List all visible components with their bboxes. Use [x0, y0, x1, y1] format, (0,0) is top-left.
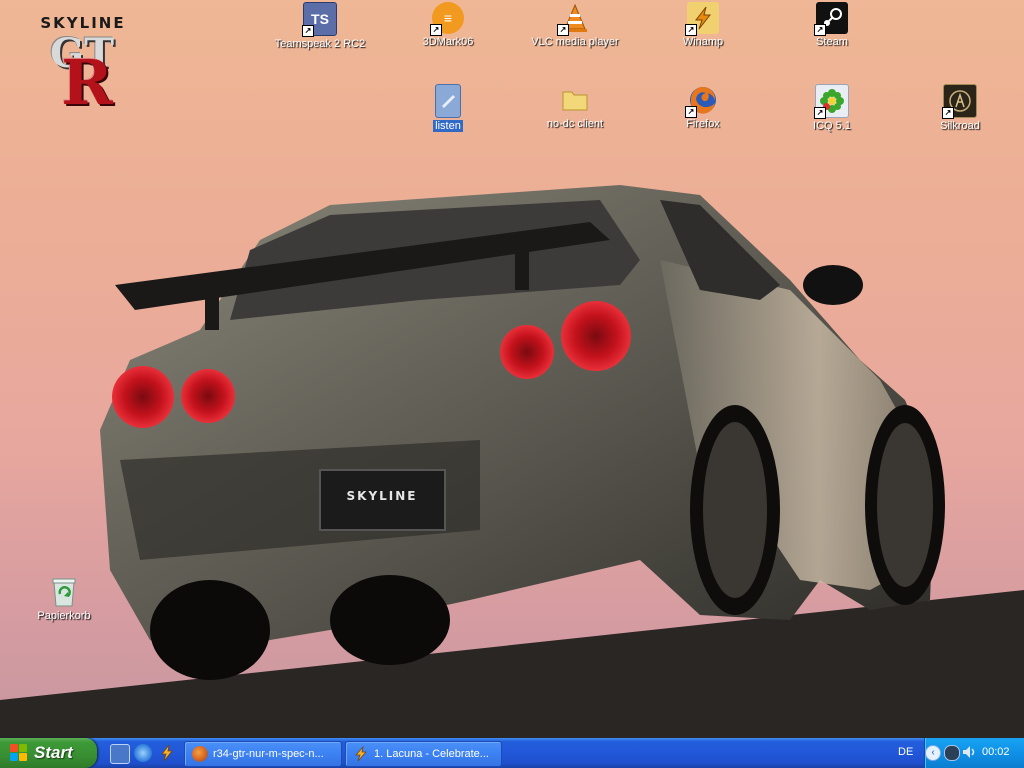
shortcut-arrow-icon: ↗ [942, 107, 954, 119]
collapse-arrow-icon[interactable]: ‹ [925, 745, 941, 761]
volume-icon[interactable] [962, 745, 978, 759]
windows-logo-icon [10, 744, 28, 762]
desktop-icon-no-dc-client[interactable]: no-dc client [527, 84, 623, 130]
shortcut-arrow-icon: ↗ [814, 24, 826, 36]
desktop-icon-recycle-bin[interactable]: Papierkorb [16, 576, 112, 622]
shortcut-arrow-icon: ↗ [814, 107, 826, 119]
recycle-bin-icon [48, 576, 80, 608]
firefox-icon: ↗ [685, 84, 719, 118]
desktop-icon-label: Silkroad [940, 120, 980, 132]
show-desktop-icon[interactable] [110, 744, 130, 764]
desktop-icon-label: ICQ 5.1 [813, 120, 851, 132]
shortcut-arrow-icon: ↗ [430, 24, 442, 36]
desktop-icon-label: VLC media player [531, 36, 619, 48]
vlc-icon: ↗ [557, 2, 591, 36]
task-label: r34-gtr-nur-m-spec-n... [213, 748, 324, 760]
desktop-icon-teamspeak[interactable]: TS ↗ Teamspeak 2 RC2 [272, 2, 368, 50]
shortcut-arrow-icon: ↗ [302, 25, 314, 37]
desktop-icon-label: no-dc client [546, 118, 604, 130]
desktop-icon-winamp[interactable]: ↗ Winamp [655, 2, 751, 48]
teamspeak-icon: TS ↗ [302, 2, 337, 37]
desktop-icon-silkroad[interactable]: ↗ Silkroad [912, 84, 1008, 132]
desktop-icon-vlc[interactable]: ↗ VLC media player [527, 2, 623, 48]
desktop-icon-3dmark[interactable]: ≡ ↗ 3DMark06 [400, 2, 496, 48]
silkroad-icon: ↗ [942, 84, 977, 119]
skyline-gtr-logo: SKYLINE GT R [14, 14, 152, 119]
steam-icon: ↗ [814, 2, 848, 36]
shortcut-arrow-icon: ↗ [557, 24, 569, 36]
language-indicator[interactable]: DE [898, 746, 913, 758]
clock: 00:02 [982, 746, 1010, 758]
desktop-icon-icq[interactable]: ↗ ICQ 5.1 [784, 84, 880, 132]
network-icon[interactable] [944, 745, 960, 761]
desktop-icon-label: Steam [816, 36, 848, 48]
internet-explorer-icon[interactable] [134, 744, 152, 762]
desktop-icon-label: listen [433, 120, 463, 132]
svg-text:SKYLINE: SKYLINE [347, 489, 418, 503]
desktop-icon-label: 3DMark06 [422, 36, 474, 48]
desktop-icon-label: Winamp [682, 36, 724, 48]
desktop-icon-label: Teamspeak 2 RC2 [274, 38, 366, 50]
winamp-quicklaunch-icon[interactable] [158, 744, 176, 762]
logo-r: R [61, 46, 113, 119]
winamp-icon: ↗ [685, 2, 719, 36]
start-button[interactable]: Start [0, 738, 97, 768]
desktop-icon-listen[interactable]: listen [400, 84, 496, 132]
winamp-icon [353, 745, 369, 762]
task-label: 1. Lacuna - Celebrate... [374, 748, 489, 760]
taskbar: Start r34-gtr-nur-m-spec-n... 1. Lacuna … [0, 738, 1024, 768]
3dmark-icon: ≡ ↗ [430, 2, 464, 36]
desktop-icon-firefox[interactable]: ↗ Firefox [655, 84, 751, 130]
taskbar-button-winamp[interactable]: 1. Lacuna - Celebrate... [345, 741, 502, 767]
desktop-icon-label: Firefox [686, 118, 720, 130]
start-label: Start [34, 743, 73, 762]
icq-icon: ↗ [814, 84, 849, 119]
desktop-icon-steam[interactable]: ↗ Steam [784, 2, 880, 48]
document-icon [435, 84, 461, 118]
firefox-icon [192, 746, 208, 762]
shortcut-arrow-icon: ↗ [685, 106, 697, 118]
shortcut-arrow-icon: ↗ [685, 24, 697, 36]
desktop[interactable]: SKYLINE SKYLINE GT R TS ↗ Teamspeak 2 RC2… [0, 0, 1024, 738]
folder-icon [559, 84, 591, 116]
desktop-icon-label: Papierkorb [37, 610, 91, 622]
taskbar-button-firefox[interactable]: r34-gtr-nur-m-spec-n... [184, 741, 342, 767]
